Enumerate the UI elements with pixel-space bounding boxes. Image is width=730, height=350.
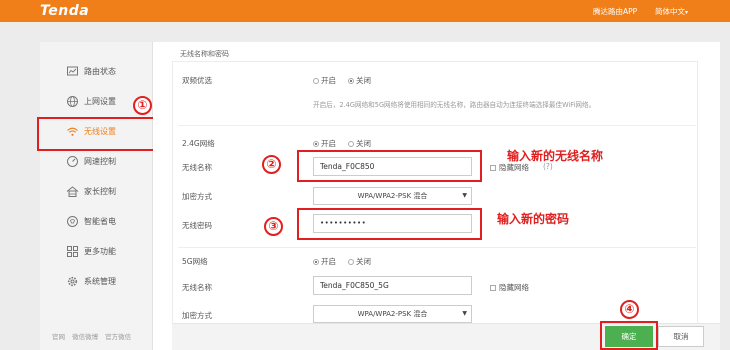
- band24-encryption-select[interactable]: WPA/WPA2-PSK 混合 ▼: [313, 187, 472, 205]
- divider: [178, 125, 696, 126]
- checkbox-label: 隐藏网络: [499, 163, 529, 172]
- radio-dot-selected: [313, 259, 319, 265]
- bulb-icon: [67, 216, 78, 227]
- sidebar-item-system-management[interactable]: 系统管理: [40, 270, 153, 294]
- dropdown-arrow-icon: ▼: [462, 192, 467, 199]
- band5-ssid-input[interactable]: Tenda_F0C850_5G: [313, 276, 472, 295]
- band5-off-radio[interactable]: 关闭: [348, 256, 371, 267]
- band5-hide-network-checkbox[interactable]: 隐藏网络: [490, 282, 529, 293]
- radio-dot: [348, 259, 354, 265]
- sidebar-item-label: 智能省电: [84, 217, 116, 226]
- sidebar-item-router-status[interactable]: 路由状态: [40, 60, 153, 84]
- sidebar-item-label: 家长控制: [84, 187, 116, 196]
- speedometer-icon: [67, 156, 78, 167]
- radio-label: 开启: [321, 76, 336, 85]
- annotation-ssid-note: 输入新的无线名称: [507, 149, 604, 163]
- footer-link-website[interactable]: 官网: [52, 333, 65, 341]
- tenda-logo[interactable]: Tenda: [40, 3, 89, 19]
- checkbox-label: 隐藏网络: [499, 283, 529, 292]
- annotation-box-password: [297, 208, 482, 240]
- globe-icon: [67, 96, 78, 107]
- band24-title: 2.4G网络: [182, 139, 215, 148]
- sidebar-item-label: 网速控制: [84, 157, 116, 166]
- sidebar-item-label: 上网设置: [84, 97, 116, 106]
- house-icon: [66, 186, 79, 197]
- monitor-icon: [67, 66, 78, 76]
- radio-dot: [313, 78, 319, 84]
- band24-ssid-label: 无线名称: [182, 163, 212, 172]
- annotation-password-note: 输入新的密码: [497, 212, 570, 226]
- band5-title: 5G网络: [182, 257, 208, 266]
- dual-band-on-radio[interactable]: 开启: [313, 75, 336, 86]
- dual-band-off-radio[interactable]: 关闭: [348, 75, 371, 86]
- chevron-down-icon: ▾: [685, 9, 689, 16]
- dual-band-label: 双频优选: [182, 76, 212, 85]
- radio-dot-selected: [313, 141, 319, 147]
- step-marker-2: ②: [262, 155, 281, 174]
- checkbox-box: [490, 165, 496, 171]
- section-title: 无线名称和密码: [180, 50, 229, 58]
- band5-ssid-label: 无线名称: [182, 283, 212, 292]
- band24-encryption-label: 加密方式: [182, 192, 212, 201]
- band24-off-radio[interactable]: 关闭: [348, 138, 371, 149]
- footer-links: 官网 微信微博 官方微信: [52, 331, 136, 341]
- grid-icon: [67, 246, 78, 257]
- cancel-button[interactable]: 取消: [658, 326, 704, 347]
- divider: [178, 247, 696, 248]
- annotation-box-ssid: [297, 150, 482, 182]
- sidebar-item-label: 系统管理: [84, 277, 116, 286]
- radio-dot-selected: [348, 78, 354, 84]
- sidebar: 路由状态 上网设置 无线设置 网速控制 家长控制 智能省电 更多功能 系统管理: [40, 42, 153, 350]
- step-marker-1: ①: [133, 96, 152, 115]
- radio-label: 开启: [321, 139, 336, 148]
- sidebar-item-label: 更多功能: [84, 247, 116, 256]
- select-value: WPA/WPA2-PSK 混合: [357, 192, 428, 200]
- band5-encryption-label: 加密方式: [182, 311, 212, 320]
- annotation-box-confirm: [600, 321, 658, 350]
- footer-link-wechat[interactable]: 官方微信: [105, 333, 131, 341]
- band5-encryption-select[interactable]: WPA/WPA2-PSK 混合 ▼: [313, 305, 472, 323]
- band5-on-radio[interactable]: 开启: [313, 256, 336, 267]
- radio-label: 关闭: [356, 139, 371, 148]
- router-app-link[interactable]: 腾达路由APP: [593, 6, 637, 17]
- checkbox-box: [490, 285, 496, 291]
- annotation-box-wireless-nav: [37, 117, 156, 151]
- sidebar-item-speed-control[interactable]: 网速控制: [40, 150, 153, 174]
- band24-password-label: 无线密码: [182, 221, 212, 230]
- dual-band-hint: 开启后，2.4G网络和5G网络将使用相同的无线名称，路由器自动为连接终端选择最佳…: [313, 101, 596, 109]
- sidebar-item-parental-control[interactable]: 家长控制: [40, 180, 153, 204]
- language-selector[interactable]: 简体中文▾: [655, 6, 688, 17]
- radio-label: 开启: [321, 257, 336, 266]
- band24-on-radio[interactable]: 开启: [313, 138, 336, 149]
- radio-dot: [348, 141, 354, 147]
- step-marker-3: ③: [264, 217, 283, 236]
- radio-label: 关闭: [356, 257, 371, 266]
- select-value: WPA/WPA2-PSK 混合: [357, 310, 428, 318]
- step-marker-4: ④: [620, 300, 639, 319]
- radio-label: 关闭: [356, 76, 371, 85]
- sidebar-item-label: 路由状态: [84, 67, 116, 76]
- sidebar-item-more-features[interactable]: 更多功能: [40, 240, 153, 264]
- footer-link-weibo[interactable]: 微信微博: [72, 333, 98, 341]
- dropdown-arrow-icon: ▼: [462, 310, 467, 317]
- language-label: 简体中文: [655, 7, 685, 16]
- gear-icon: [67, 276, 78, 287]
- sidebar-item-smart-power-saving[interactable]: 智能省电: [40, 210, 153, 234]
